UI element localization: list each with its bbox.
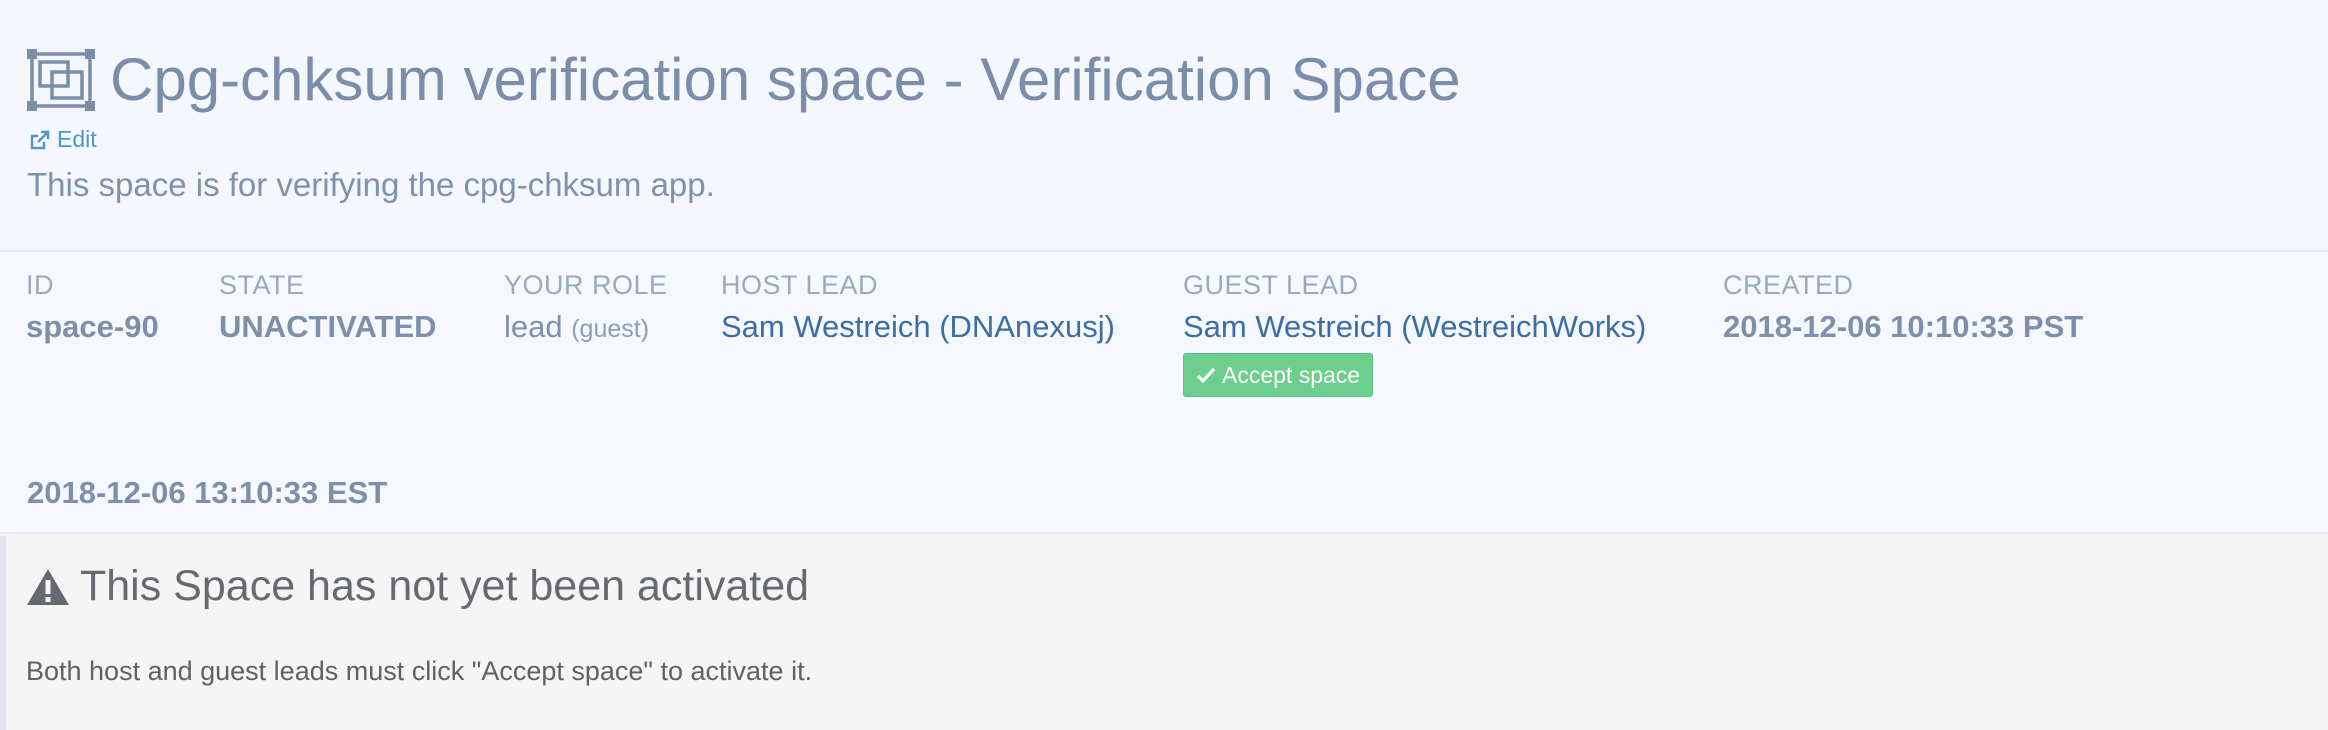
meta-state-label: STATE bbox=[219, 270, 305, 300]
host-lead-link[interactable]: Sam Westreich (DNAnexusj) bbox=[721, 309, 1115, 345]
alert-body: Both host and guest leads must click "Ac… bbox=[26, 656, 813, 686]
edit-label: Edit bbox=[57, 126, 97, 152]
alert-title: This Space has not yet been activated bbox=[26, 562, 809, 611]
edit-link[interactable]: Edit bbox=[28, 126, 97, 153]
meta-host-lead-label: HOST LEAD bbox=[721, 270, 879, 300]
meta-id-value: space-90 bbox=[26, 309, 159, 344]
created-local-time: 2018-12-06 13:10:33 EST bbox=[27, 475, 388, 510]
meta-role-label: YOUR ROLE bbox=[504, 270, 668, 300]
meta-role: YOUR ROLE lead (guest) bbox=[504, 270, 668, 345]
space-metadata: ID space-90 STATE UNACTIVATED YOUR ROLE … bbox=[0, 252, 2328, 534]
role-name: lead bbox=[504, 309, 563, 344]
meta-state-value: UNACTIVATED bbox=[219, 309, 437, 344]
external-link-icon bbox=[30, 130, 50, 149]
space-header: Cpg-chksum verification space - Verifica… bbox=[0, 0, 2328, 252]
space-description: This space is for verifying the cpg-chks… bbox=[27, 166, 715, 203]
meta-guest-lead-label: GUEST LEAD bbox=[1183, 270, 1359, 300]
checkmark-icon bbox=[1196, 367, 1216, 384]
title-row: Cpg-chksum verification space - Verifica… bbox=[26, 48, 1461, 112]
meta-id: ID space-90 bbox=[26, 270, 159, 345]
accept-space-button[interactable]: Accept space bbox=[1183, 353, 1374, 397]
accept-space-label: Accept space bbox=[1222, 361, 1361, 388]
page-title: Cpg-chksum verification space - Verifica… bbox=[110, 46, 1461, 113]
activation-alert: This Space has not yet been activated Bo… bbox=[0, 536, 2328, 730]
meta-created-value: 2018-12-06 10:10:33 PST bbox=[1723, 309, 2084, 344]
meta-guest-lead: GUEST LEAD Sam Westreich (WestreichWorks… bbox=[1183, 270, 1646, 397]
meta-id-label: ID bbox=[26, 270, 54, 300]
guest-lead-link[interactable]: Sam Westreich (WestreichWorks) bbox=[1183, 309, 1646, 345]
meta-host-lead: HOST LEAD Sam Westreich (DNAnexusj) bbox=[721, 270, 1115, 345]
meta-created: CREATED 2018-12-06 10:10:33 PST bbox=[1723, 270, 2083, 345]
spaces-icon bbox=[27, 49, 95, 111]
role-type: (guest) bbox=[571, 315, 650, 343]
meta-state: STATE UNACTIVATED bbox=[219, 270, 437, 345]
meta-created-label: CREATED bbox=[1723, 270, 1854, 300]
warning-triangle-icon bbox=[27, 568, 69, 605]
alert-title-text: This Space has not yet been activated bbox=[80, 562, 810, 610]
meta-role-value: lead (guest) bbox=[504, 309, 668, 345]
